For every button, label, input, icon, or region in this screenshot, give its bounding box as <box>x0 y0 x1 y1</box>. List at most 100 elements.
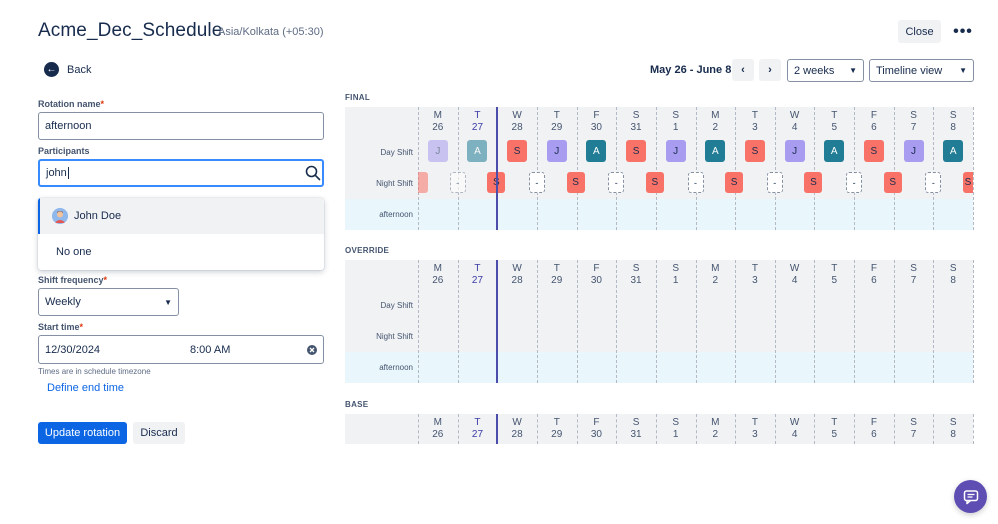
next-button[interactable]: › <box>759 59 781 81</box>
day-shift-block[interactable]: J <box>427 140 448 162</box>
day-of-week: T <box>553 263 560 274</box>
search-icon[interactable] <box>305 165 321 181</box>
night-shift-empty[interactable]: - <box>528 172 545 193</box>
day-date: 3 <box>752 275 758 286</box>
row-label-afternoon: afternoon <box>379 363 413 372</box>
night-shift-empty[interactable]: - <box>925 172 942 193</box>
row-label-day-shift: Day Shift <box>380 148 413 157</box>
day-date: 1 <box>672 275 679 286</box>
night-shift-block[interactable]: S <box>645 172 664 193</box>
day-date: 28 <box>511 122 523 133</box>
day-of-week: S <box>949 263 957 274</box>
rotation-name-value: afternoon <box>45 120 92 132</box>
timezone-hint: Times are in schedule timezone <box>38 367 151 376</box>
day-date: 4 <box>791 122 798 133</box>
column-divider <box>973 107 974 230</box>
day-shift-block[interactable]: S <box>626 140 647 162</box>
start-time-value[interactable]: 8:00 AM <box>190 344 307 356</box>
weeks-select[interactable]: 2 weeks ▼ <box>787 59 864 82</box>
day-of-week: F <box>593 263 600 274</box>
section-title-base: BASE <box>345 400 369 409</box>
day-date: 6 <box>871 429 877 440</box>
day-of-week: S <box>910 110 917 121</box>
night-shift-block[interactable]: S <box>804 172 823 193</box>
participants-input[interactable]: john <box>38 159 324 187</box>
timezone-label: Asia/Kolkata (+05:30) <box>218 26 324 38</box>
day-shift-block[interactable]: S <box>507 140 528 162</box>
clear-icon[interactable] <box>307 344 317 355</box>
chevron-left-icon: ‹ <box>741 64 745 76</box>
day-shift-block[interactable]: J <box>665 140 686 162</box>
view-select[interactable]: Timeline view ▼ <box>869 59 974 82</box>
day-date: 7 <box>910 122 917 133</box>
day-of-week: M <box>711 263 720 274</box>
rotation-name-input[interactable]: afternoon <box>38 112 324 140</box>
day-shift-block[interactable]: S <box>744 140 765 162</box>
day-date: 31 <box>630 275 642 286</box>
day-date: 2 <box>712 275 719 286</box>
day-date: 8 <box>950 429 956 440</box>
day-shift-block[interactable]: A <box>705 140 726 162</box>
day-date: 6 <box>871 122 877 133</box>
day-of-week: S <box>672 110 679 121</box>
start-time-input[interactable]: 12/30/2024 8:00 AM <box>38 335 324 364</box>
night-shift-empty[interactable]: - <box>846 172 863 193</box>
chat-button[interactable] <box>954 480 987 513</box>
chevron-down-icon: ▼ <box>959 66 967 75</box>
day-shift-block[interactable]: J <box>903 140 924 162</box>
night-shift-block[interactable]: S <box>566 172 585 193</box>
day-date: 7 <box>910 275 917 286</box>
previous-button[interactable]: ‹ <box>732 59 754 81</box>
day-shift-block[interactable]: A <box>824 140 845 162</box>
day-date: 26 <box>432 275 444 286</box>
dropdown-option-no-one[interactable]: No one <box>38 234 324 270</box>
day-date: 2 <box>712 429 719 440</box>
night-shift-empty[interactable]: - <box>449 172 466 193</box>
day-of-week: S <box>632 110 640 121</box>
day-shift-block[interactable]: S <box>863 140 884 162</box>
dropdown-option-john-doe[interactable]: John Doe <box>38 198 324 234</box>
day-shift-block[interactable]: A <box>943 140 964 162</box>
day-of-week: T <box>831 110 838 121</box>
start-date-value[interactable]: 12/30/2024 <box>45 344 190 356</box>
day-shift-block[interactable]: A <box>467 140 488 162</box>
column-divider <box>973 260 974 383</box>
section-title-final: FINAL <box>345 93 371 102</box>
day-date: 2 <box>712 122 719 133</box>
day-date: 1 <box>672 122 679 133</box>
day-of-week: T <box>553 110 560 121</box>
day-of-week: F <box>870 263 877 274</box>
night-shift-block[interactable]: S <box>963 172 973 193</box>
close-button[interactable]: Close <box>898 20 941 43</box>
day-shift-block[interactable]: J <box>546 140 567 162</box>
chevron-right-icon: › <box>768 64 772 76</box>
dropdown-option-label: John Doe <box>74 210 122 222</box>
night-shift-empty[interactable]: - <box>608 172 625 193</box>
update-rotation-button[interactable]: Update rotation <box>38 422 127 444</box>
participants-value: john <box>46 167 67 179</box>
day-of-week: S <box>632 417 640 428</box>
day-of-week: S <box>949 110 957 121</box>
night-shift-empty[interactable]: - <box>766 172 783 193</box>
more-horizontal-icon[interactable]: ••• <box>952 22 974 42</box>
day-of-week: F <box>593 417 600 428</box>
day-of-week: S <box>910 263 917 274</box>
row-label-night-shift: Night Shift <box>376 332 413 341</box>
night-shift-block[interactable] <box>418 172 428 193</box>
page-title: Acme_Dec_Schedule <box>38 20 223 41</box>
discard-button[interactable]: Discard <box>133 422 185 444</box>
day-date: 31 <box>630 429 642 440</box>
back-button[interactable]: ← Back <box>44 62 91 77</box>
day-of-week: M <box>711 417 720 428</box>
night-shift-empty[interactable]: - <box>687 172 704 193</box>
day-date: 27 <box>471 122 484 133</box>
night-shift-block[interactable]: S <box>725 172 744 193</box>
weeks-value: 2 weeks <box>794 64 835 77</box>
day-of-week: S <box>672 263 679 274</box>
shift-frequency-select[interactable]: Weekly ▼ <box>38 288 179 316</box>
define-end-time-link[interactable]: Define end time <box>47 382 124 394</box>
night-shift-block[interactable]: S <box>883 172 902 193</box>
day-shift-block[interactable]: A <box>586 140 607 162</box>
day-shift-block[interactable]: J <box>784 140 805 162</box>
day-of-week: T <box>751 110 759 121</box>
